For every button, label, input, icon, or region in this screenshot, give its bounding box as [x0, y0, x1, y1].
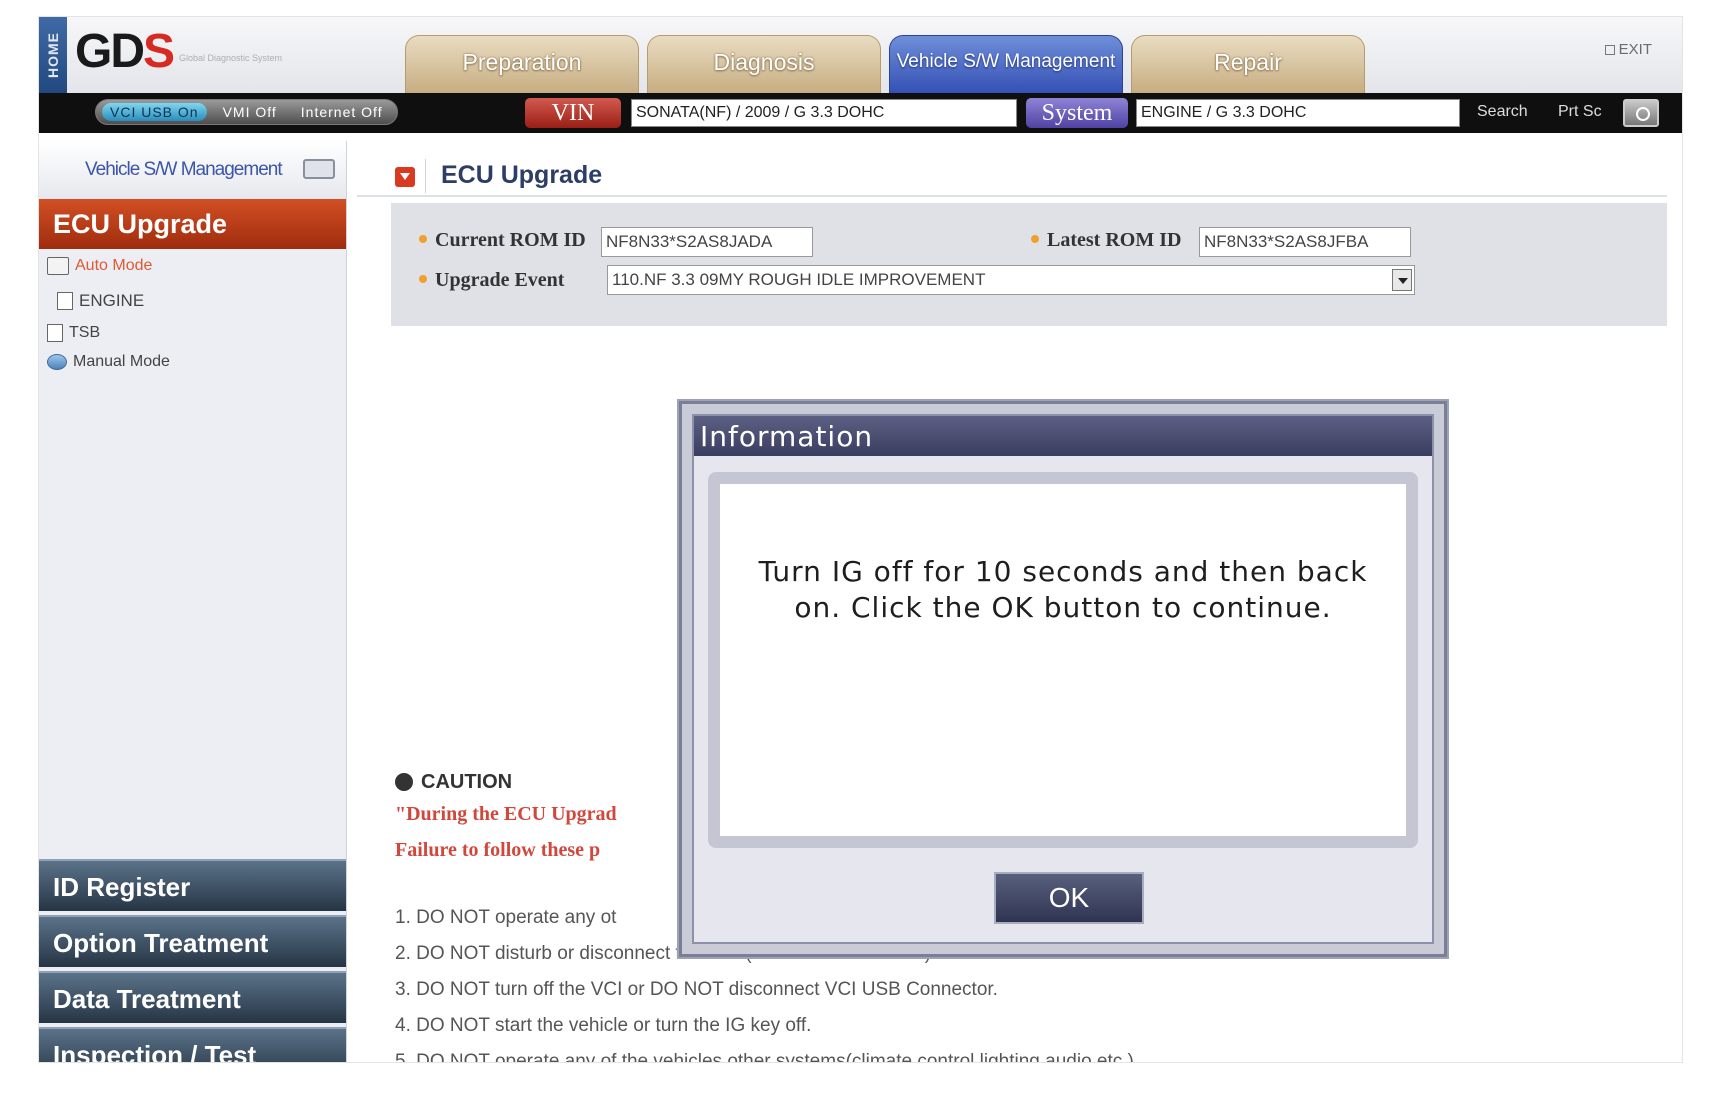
dialog-message: Turn IG off for 10 seconds and then back… — [758, 555, 1368, 624]
list-item: 5. DO NOT operate any of the vehicles ot… — [395, 1051, 1140, 1063]
latest-rom-field: NF8N33*S2AS8JFBA — [1199, 227, 1411, 257]
book-icon — [47, 257, 69, 275]
vin-button[interactable]: VIN — [525, 98, 621, 128]
status-internet: Internet Off — [300, 104, 383, 120]
current-rom-label: Current ROM ID — [419, 229, 586, 252]
caution-warning-line: "During the ECU Upgrad — [395, 803, 617, 825]
status-vmi: VMI Off — [222, 104, 277, 120]
dialog-title: Information — [700, 420, 874, 453]
connection-status: VCI USB On VMI Off Internet Off — [95, 99, 398, 125]
caution-title: CAUTION — [421, 771, 513, 793]
dialog-body-frame: Turn IG off for 10 seconds and then back… — [708, 472, 1418, 848]
latest-rom-label: Latest ROM ID — [1031, 229, 1181, 252]
upgrade-event-label: Upgrade Event — [419, 269, 564, 292]
vehicle-icon — [303, 159, 335, 179]
list-item: 1. DO NOT operate any ot — [395, 907, 617, 928]
list-item: 3. DO NOT turn off the VCI or DO NOT dis… — [395, 979, 998, 1000]
tab-diagnosis[interactable]: Diagnosis — [647, 35, 881, 93]
dialog-frame: Information Turn IG off for 10 seconds a… — [692, 414, 1434, 944]
caution-warning-line: Failure to follow these p — [395, 839, 601, 861]
tree-item-auto-mode[interactable]: Auto Mode — [47, 257, 152, 275]
tab-vehicle-sw-management[interactable]: Vehicle S/W Management — [889, 35, 1123, 93]
tab-preparation[interactable]: Preparation — [405, 35, 639, 93]
disc-icon — [47, 354, 67, 370]
print-screen-button[interactable]: Prt Sc — [1558, 103, 1602, 121]
divider — [425, 159, 426, 193]
list-item: 4. DO NOT start the vehicle or turn the … — [395, 1015, 812, 1036]
current-rom-field: NF8N33*S2AS8JADA — [601, 227, 813, 257]
sidebar-header: Vehicle S/W Management — [39, 141, 346, 199]
camera-icon[interactable] — [1623, 99, 1659, 127]
sidebar-section-id-register[interactable]: ID Register — [39, 859, 346, 911]
status-vci-usb: VCI USB On — [102, 103, 207, 121]
gds-logo: GDS Global Diagnostic System — [75, 25, 283, 78]
information-dialog: Information Turn IG off for 10 seconds a… — [679, 401, 1447, 957]
caution-icon — [395, 773, 413, 791]
toolbar: VCI USB On VMI Off Internet Off VIN SONA… — [39, 93, 1682, 133]
sidebar-title: Vehicle S/W Management — [85, 159, 283, 180]
sidebar-section-ecu-upgrade[interactable]: ECU Upgrade — [39, 199, 346, 249]
dialog-body: Turn IG off for 10 seconds and then back… — [720, 484, 1406, 836]
collapse-arrow-icon[interactable] — [395, 167, 415, 187]
logo-subtitle: Global Diagnostic System — [179, 53, 283, 63]
upgrade-event-select[interactable]: 110.NF 3.3 09MY ROUGH IDLE IMPROVEMENT — [607, 265, 1415, 295]
tree-item-tsb[interactable]: TSB — [47, 324, 100, 342]
system-button[interactable]: System — [1026, 98, 1128, 128]
upgrade-event-value: 110.NF 3.3 09MY ROUGH IDLE IMPROVEMENT — [612, 270, 986, 289]
document-icon — [47, 324, 63, 342]
tree-item-manual-mode[interactable]: Manual Mode — [47, 353, 170, 371]
ok-button[interactable]: OK — [994, 872, 1144, 924]
exit-button[interactable]: EXIT — [1604, 41, 1652, 58]
sidebar-section-inspection-test[interactable]: Inspection / Test — [39, 1027, 346, 1062]
sidebar-section-option-treatment[interactable]: Option Treatment — [39, 915, 346, 967]
app-header: HOME GDS Global Diagnostic System Prepar… — [39, 17, 1682, 93]
sidebar: Vehicle S/W Management ECU Upgrade Auto … — [39, 141, 347, 1062]
system-field: ENGINE / G 3.3 DOHC — [1136, 99, 1460, 127]
vin-field: SONATA(NF) / 2009 / G 3.3 DOHC — [631, 99, 1017, 127]
tree-item-engine[interactable]: ENGINE — [57, 291, 144, 311]
search-button[interactable]: Search — [1477, 103, 1528, 121]
chevron-down-icon[interactable] — [1392, 269, 1412, 291]
sidebar-section-data-treatment[interactable]: Data Treatment — [39, 971, 346, 1023]
document-icon — [57, 292, 73, 310]
rom-info-panel: Current ROM ID NF8N33*S2AS8JADA Latest R… — [391, 203, 1667, 326]
home-button[interactable]: HOME — [39, 17, 67, 93]
page-title-row: ECU Upgrade — [357, 151, 1667, 197]
dialog-titlebar[interactable]: Information — [694, 416, 1432, 456]
page-title: ECU Upgrade — [441, 161, 603, 189]
exit-icon — [1604, 45, 1615, 55]
gds-application-window: HOME GDS Global Diagnostic System Prepar… — [38, 16, 1683, 1063]
tab-repair[interactable]: Repair — [1131, 35, 1365, 93]
